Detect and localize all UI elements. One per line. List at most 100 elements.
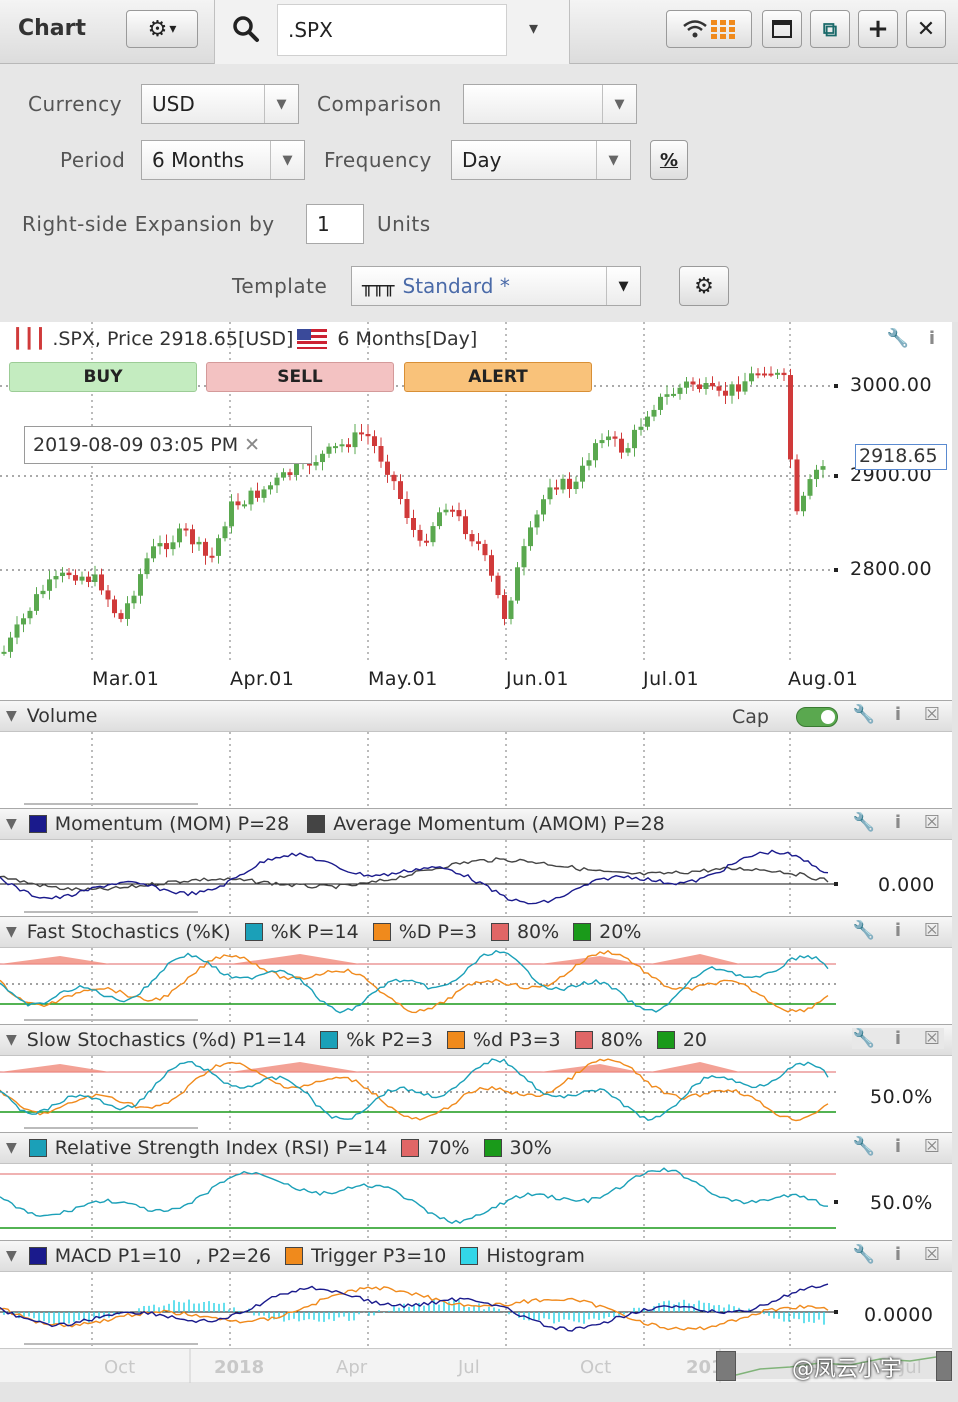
info-icon[interactable]: i: [886, 704, 910, 725]
info-icon[interactable]: i: [886, 1028, 910, 1049]
close-icon[interactable]: ☒: [920, 704, 944, 725]
candle-body: [502, 595, 507, 619]
info-icon[interactable]: i: [886, 812, 910, 833]
settings-menu-button[interactable]: ⚙ ▾: [126, 10, 198, 48]
collapse-icon[interactable]: ▼: [6, 816, 17, 832]
candle-body: [554, 487, 559, 490]
candle-body: [53, 576, 59, 580]
wrench-icon[interactable]: 🔧: [886, 328, 910, 349]
time-navigator[interactable]: Oct 2018 Apr Jul Oct 2019 Apr Jul @凤云小宇: [0, 1348, 952, 1383]
currency-select[interactable]: USD ▼: [141, 84, 299, 124]
frequency-select[interactable]: Day ▼: [451, 140, 631, 180]
expansion-input[interactable]: 1: [306, 204, 364, 244]
close-icon[interactable]: ☒: [920, 1028, 944, 1049]
navigator-label: Oct: [104, 1357, 135, 1378]
collapse-icon[interactable]: ▼: [6, 1032, 17, 1048]
chevron-down-icon: ▼: [270, 141, 304, 179]
add-button[interactable]: +: [858, 10, 898, 48]
period-select[interactable]: 6 Months ▼: [141, 140, 305, 180]
sell-button[interactable]: SELL: [206, 362, 394, 392]
close-icon[interactable]: ✕: [244, 434, 260, 456]
candle-body: [573, 481, 579, 490]
crosshair-timestamp: 2019-08-09 03:05 PM ✕: [24, 426, 312, 464]
restore-button[interactable]: ⧉: [810, 10, 850, 48]
candle-body: [112, 599, 117, 614]
cap-toggle[interactable]: [796, 707, 838, 727]
period-label: Period: [60, 148, 126, 172]
close-icon[interactable]: ☒: [920, 920, 944, 941]
lower-color-swatch: [656, 1031, 675, 1049]
wrench-icon[interactable]: 🔧: [852, 1028, 876, 1049]
template-select[interactable]: ╥╥╥ Standard * ▼: [351, 266, 641, 306]
buy-button[interactable]: BUY: [9, 362, 197, 392]
expansion-unit: Units: [377, 212, 431, 236]
macd-p2: , P2=26: [195, 1245, 272, 1267]
candle-body: [593, 443, 598, 461]
candle-body: [768, 373, 774, 376]
comparison-select[interactable]: ▼: [463, 84, 637, 124]
volume-chart: [24, 732, 791, 808]
template-settings-button[interactable]: ⚙: [679, 266, 729, 306]
candle-body: [118, 613, 124, 619]
volume-panel: [0, 732, 952, 808]
close-button[interactable]: ✕: [906, 10, 946, 48]
slow-stoch-panel: 50.0%: [0, 1056, 952, 1132]
symbol-search-group: .SPX ▾: [214, 0, 570, 64]
macd-header: ▼ MACD P1=10 , P2=26 Trigger P3=10 Histo…: [0, 1240, 952, 1272]
candle-body: [749, 373, 754, 382]
info-icon[interactable]: i: [886, 1136, 910, 1157]
info-icon[interactable]: i: [886, 1244, 910, 1265]
candle-body: [359, 432, 364, 435]
collapse-icon[interactable]: ▼: [6, 1248, 17, 1264]
candle-body: [404, 499, 410, 519]
wrench-icon[interactable]: 🔧: [852, 1136, 876, 1157]
candle-body: [73, 575, 78, 581]
candle-body: [8, 637, 13, 652]
candle-body: [190, 529, 195, 545]
candle-body: [560, 478, 566, 490]
wrench-icon[interactable]: 🔧: [852, 920, 876, 941]
upper-label: 80%: [600, 1029, 643, 1051]
connection-status-button[interactable]: [666, 10, 752, 48]
wrench-icon[interactable]: 🔧: [852, 812, 876, 833]
upper-color-swatch: [490, 923, 509, 941]
candle-body: [79, 576, 85, 581]
amom-label: Average Momentum (AMOM) P=28: [333, 813, 665, 835]
chart-settings: Currency USD ▼ Comparison ▼ Period 6 Mon…: [0, 64, 958, 322]
candle-body: [677, 387, 683, 394]
close-icon[interactable]: ☒: [920, 1244, 944, 1265]
window-icon: [772, 20, 792, 38]
candle-body: [521, 546, 527, 568]
search-icon[interactable]: [231, 14, 261, 44]
alert-button[interactable]: ALERT: [404, 362, 592, 392]
candle-body: [157, 543, 163, 547]
plus-icon: +: [867, 14, 889, 44]
momentum-panel: 0.000: [0, 840, 952, 916]
navigator-label: Oct: [580, 1357, 611, 1378]
x-label: Jul.01: [643, 668, 700, 690]
macd-panel: 0.0000: [0, 1272, 952, 1348]
collapse-icon[interactable]: ▼: [6, 924, 17, 940]
info-icon[interactable]: i: [886, 920, 910, 941]
navigator-left-handle[interactable]: [716, 1351, 736, 1381]
k-color-swatch: [320, 1031, 339, 1049]
candle-body: [437, 512, 442, 527]
slow-stoch-header: ▼ Slow Stochastics (%d) P1=14 %k P2=3 %d…: [0, 1024, 952, 1056]
symbol-input[interactable]: .SPX: [277, 4, 507, 56]
info-icon[interactable]: i: [920, 328, 944, 349]
close-icon[interactable]: ☒: [920, 812, 944, 833]
collapse-icon[interactable]: ▼: [6, 708, 17, 724]
fast-stoch-chart: [0, 948, 836, 1024]
candle-body: [755, 373, 761, 376]
percent-toggle-button[interactable]: %: [650, 140, 688, 180]
chevron-down-icon: ▼: [596, 141, 630, 179]
wrench-icon[interactable]: 🔧: [852, 1244, 876, 1265]
close-icon[interactable]: ☒: [920, 1136, 944, 1157]
wrench-icon[interactable]: 🔧: [852, 704, 876, 725]
symbol-dropdown-button[interactable]: ▾: [529, 18, 538, 39]
candle-body: [456, 510, 462, 517]
collapse-icon[interactable]: ▼: [6, 1140, 17, 1156]
maximize-button[interactable]: [762, 10, 802, 48]
candle-body: [729, 384, 735, 396]
navigator-right-handle[interactable]: [936, 1351, 952, 1381]
